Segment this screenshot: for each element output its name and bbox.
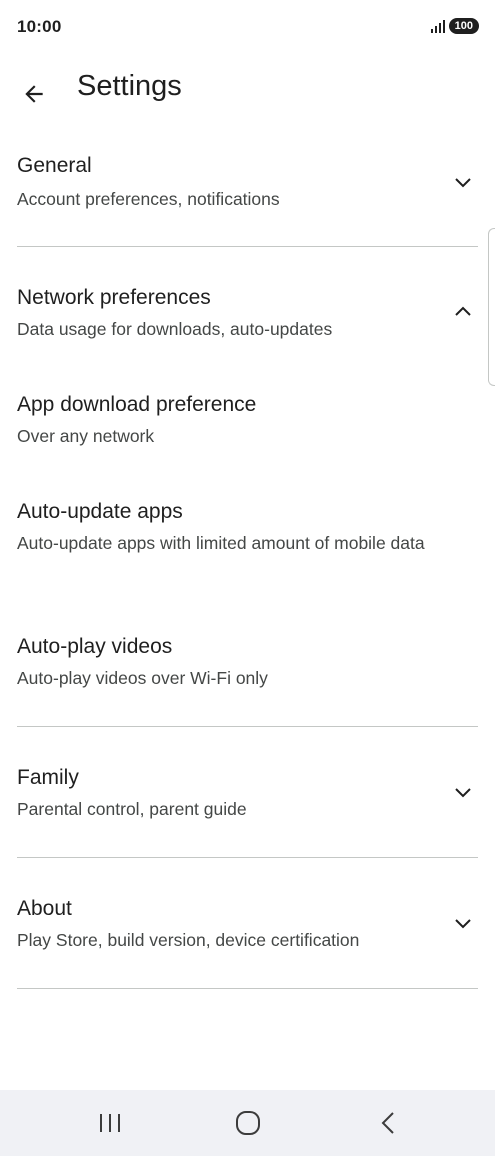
list-item-subtitle: Auto-play videos over Wi-Fi only [17,668,268,688]
status-time: 10:00 [17,17,62,36]
divider [17,726,478,727]
section-network-subtitle: Data usage for downloads, auto-updates [17,319,333,339]
nav-back-button[interactable] [358,1102,418,1144]
section-network-title: Network preferences [17,286,211,309]
app-bar: Settings [0,64,495,112]
list-item-title: Auto-play videos [17,635,173,658]
section-general-subtitle: Account preferences, notifications [17,189,280,209]
divider [17,857,478,858]
divider [17,988,478,989]
section-about[interactable]: About Play Store, build version, device … [0,893,495,987]
list-item-app-download[interactable]: App download preference Over any network [0,389,495,469]
home-icon [236,1111,260,1135]
signal-icon [430,19,445,33]
back-button[interactable] [10,70,58,118]
page-title: Settings [77,70,182,102]
list-item-subtitle: Auto-update apps with limited amount of … [17,533,425,553]
recents-icon [100,1114,120,1132]
battery-badge: 100 [448,18,479,34]
divider [17,246,478,247]
status-icons: 100 [430,18,479,34]
section-family[interactable]: Family Parental control, parent guide [0,762,495,856]
section-network[interactable]: Network preferences Data usage for downl… [0,282,495,362]
section-family-title: Family [17,766,79,789]
nav-home-button[interactable] [218,1102,278,1144]
back-icon [381,1112,394,1134]
arrow-left-icon [25,85,43,103]
list-item-subtitle: Over any network [17,426,155,446]
scrollbar[interactable] [488,228,495,386]
chevron-up-icon [455,306,471,316]
section-family-subtitle: Parental control, parent guide [17,799,247,819]
chevron-down-icon [455,178,471,188]
chevron-down-icon [455,919,471,929]
section-general[interactable]: General Account preferences, notificatio… [0,150,495,246]
status-bar: 10:00 100 [0,0,495,56]
section-about-subtitle: Play Store, build version, device certif… [17,930,360,950]
chevron-down-icon [455,788,471,798]
list-item-title: Auto-update apps [17,500,183,523]
list-item-auto-update[interactable]: Auto-update apps Auto-update apps with l… [0,496,495,596]
section-about-title: About [17,897,72,920]
section-general-title: General [17,154,92,177]
list-item-title: App download preference [17,393,257,416]
system-nav-bar [0,1090,495,1156]
nav-recents-button[interactable] [80,1102,140,1144]
list-item-auto-play[interactable]: Auto-play videos Auto-play videos over W… [0,631,495,711]
